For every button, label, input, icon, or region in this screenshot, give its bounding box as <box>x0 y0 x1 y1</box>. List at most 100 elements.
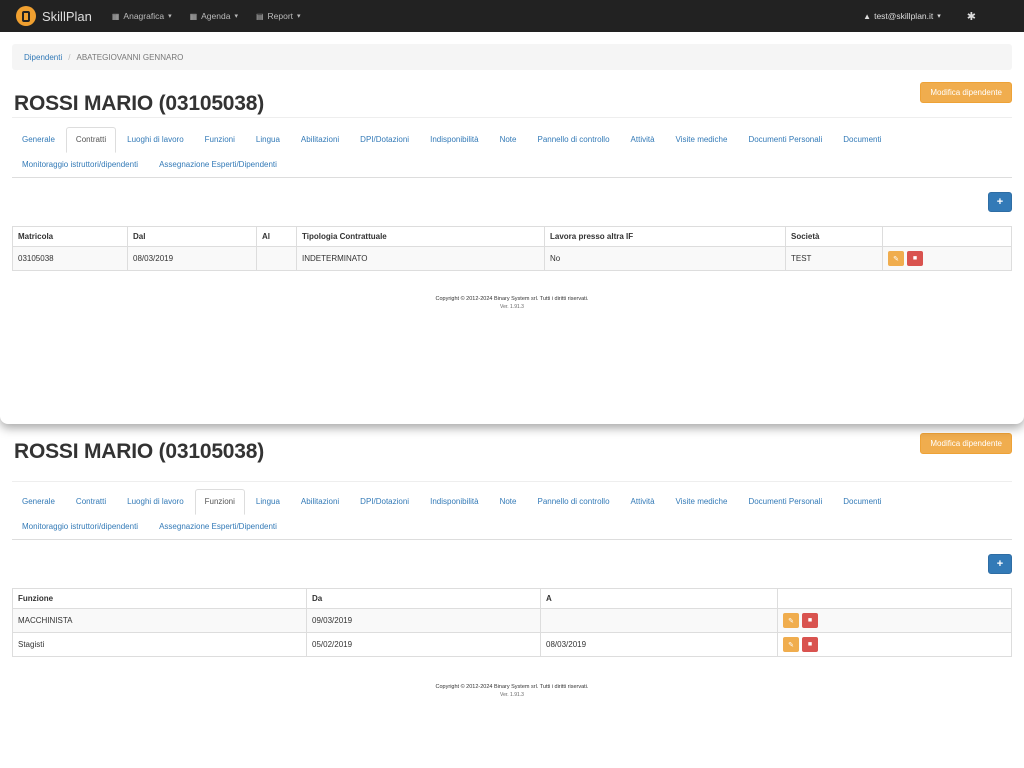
gear-icon[interactable]: ✱ <box>967 10 976 23</box>
tab-bar: Generale Contratti Luoghi di lavoro Funz… <box>12 127 1012 178</box>
nav-menu-report[interactable]: ▤ Report ▾ <box>256 11 301 21</box>
tab-generale[interactable]: Generale <box>12 127 65 153</box>
tab-abilitazioni[interactable]: Abilitazioni <box>291 489 349 515</box>
footer: Copyright © 2012-2024 Binary System srl.… <box>12 683 1012 699</box>
delete-trash-icon[interactable]: ■ <box>802 637 818 652</box>
tab-documenti-personali[interactable]: Documenti Personali <box>738 127 832 153</box>
column-header: A <box>540 588 778 609</box>
nav-menu-label: Report <box>267 11 294 21</box>
brand-name: SkillPlan <box>42 8 92 24</box>
edit-pencil-icon[interactable]: ✎ <box>888 251 904 266</box>
tab-funzioni[interactable]: Funzioni <box>194 489 245 515</box>
calendar-icon: ▦ <box>111 11 120 21</box>
breadcrumb: Dipendenti / ABATEGIOVANNI GENNARO <box>12 44 1012 70</box>
caret-down-icon: ▾ <box>937 13 941 20</box>
column-header: Funzione <box>12 588 307 609</box>
tab-pannello-di-controllo[interactable]: Pannello di controllo <box>527 489 619 515</box>
skillplan-logo-icon <box>16 6 36 26</box>
tab-luoghi-di-lavoro[interactable]: Luoghi di lavoro <box>117 127 193 153</box>
page-title: ROSSI MARIO (03105038) <box>14 92 265 115</box>
edit-employee-button[interactable]: Modifica dipendente <box>920 433 1012 454</box>
tab-attivita[interactable]: Attività <box>621 127 665 153</box>
tab-visite-mediche[interactable]: Visite mediche <box>666 127 738 153</box>
tab-monitoraggio[interactable]: Monitoraggio istruttori/dipendenti <box>12 514 148 540</box>
cell-da: 05/02/2019 <box>306 632 541 657</box>
breadcrumb-separator: / <box>68 52 71 62</box>
page-header: ROSSI MARIO (03105038) Modifica dipenden… <box>12 424 1012 482</box>
document-icon: ▤ <box>255 11 264 21</box>
add-row: + <box>12 178 1012 226</box>
add-function-button[interactable]: + <box>988 554 1012 574</box>
cell-actions: ✎ ■ <box>777 632 1012 657</box>
tab-indisponibilita[interactable]: Indisponibilità <box>420 489 488 515</box>
tab-generale[interactable]: Generale <box>12 489 65 515</box>
tab-documenti[interactable]: Documenti <box>833 127 891 153</box>
page-header: ROSSI MARIO (03105038) Modifica dipenden… <box>12 70 1012 118</box>
tab-pannello-di-controllo[interactable]: Pannello di controllo <box>527 127 619 153</box>
tab-abilitazioni[interactable]: Abilitazioni <box>291 127 349 153</box>
tab-contratti[interactable]: Contratti <box>65 127 117 153</box>
user-menu[interactable]: ▲ test@skillplan.it ▾ <box>863 11 941 21</box>
version-text: Ver. 1.91.3 <box>500 304 524 310</box>
edit-pencil-icon[interactable]: ✎ <box>783 613 799 628</box>
main-content: ROSSI MARIO (03105038) Modifica dipenden… <box>0 424 1024 699</box>
breadcrumb-link-dipendenti[interactable]: Dipendenti <box>24 53 62 62</box>
cell-al <box>256 246 297 271</box>
footer: Copyright © 2012-2024 Binary System srl.… <box>12 295 1012 311</box>
delete-trash-icon[interactable]: ■ <box>802 613 818 628</box>
add-row: + <box>12 540 1012 588</box>
tab-monitoraggio[interactable]: Monitoraggio istruttori/dipendenti <box>12 152 148 178</box>
edit-pencil-icon[interactable]: ✎ <box>783 637 799 652</box>
caret-down-icon: ▾ <box>297 13 301 20</box>
cell-a <box>540 608 778 633</box>
tab-documenti-personali[interactable]: Documenti Personali <box>738 489 832 515</box>
delete-trash-icon[interactable]: ■ <box>907 251 923 266</box>
navbar: SkillPlan ▦ Anagrafica ▾ ▦ Agenda ▾ ▤ Re… <box>0 0 1024 32</box>
cell-funzione: Stagisti <box>12 632 307 657</box>
tab-lingua[interactable]: Lingua <box>246 127 290 153</box>
nav-menu-label: Agenda <box>201 11 231 21</box>
column-header: Tipologia Contrattuale <box>296 226 545 247</box>
table-row: MACCHINISTA 09/03/2019 ✎ ■ <box>12 608 1012 633</box>
tab-note[interactable]: Note <box>490 489 527 515</box>
brand[interactable]: SkillPlan <box>16 6 92 26</box>
nav-right: ▲ test@skillplan.it ▾ ✱ <box>863 10 1008 23</box>
column-header: Società <box>785 226 883 247</box>
cell-matricola: 03105038 <box>12 246 128 271</box>
column-header: Al <box>256 226 297 247</box>
tab-luoghi-di-lavoro[interactable]: Luoghi di lavoro <box>117 489 193 515</box>
tab-lingua[interactable]: Lingua <box>246 489 290 515</box>
tab-dpi-dotazioni[interactable]: DPI/Dotazioni <box>350 127 419 153</box>
column-header: Matricola <box>12 226 128 247</box>
breadcrumb-current: ABATEGIOVANNI GENNARO <box>76 52 184 62</box>
functions-table: Funzione Da A MACCHINISTA 09/03/2019 ✎ ■ <box>12 588 1012 657</box>
cell-funzione: MACCHINISTA <box>12 608 307 633</box>
table-row: Stagisti 05/02/2019 08/03/2019 ✎ ■ <box>12 632 1012 657</box>
cell-societa: TEST <box>785 246 883 271</box>
tab-visite-mediche[interactable]: Visite mediche <box>666 489 738 515</box>
cell-da: 09/03/2019 <box>306 608 541 633</box>
tab-note[interactable]: Note <box>490 127 527 153</box>
tab-assegnazione-esperti[interactable]: Assegnazione Esperti/Dipendenti <box>149 514 287 540</box>
cell-actions: ✎ ■ <box>777 608 1012 633</box>
tab-funzioni[interactable]: Funzioni <box>195 127 245 153</box>
version-text: Ver. 1.91.3 <box>500 692 524 698</box>
cell-dal: 08/03/2019 <box>127 246 257 271</box>
copyright-text: Copyright © 2012-2024 Binary System srl.… <box>435 296 589 302</box>
user-icon: ▲ <box>863 11 872 21</box>
tab-indisponibilita[interactable]: Indisponibilità <box>420 127 488 153</box>
tab-attivita[interactable]: Attività <box>621 489 665 515</box>
column-header: Da <box>306 588 541 609</box>
nav-menu-label: Anagrafica <box>123 11 165 21</box>
tab-contratti[interactable]: Contratti <box>66 489 116 515</box>
tab-documenti[interactable]: Documenti <box>833 489 891 515</box>
tab-dpi-dotazioni[interactable]: DPI/Dotazioni <box>350 489 419 515</box>
nav-menu-agenda[interactable]: ▦ Agenda ▾ <box>190 11 238 21</box>
edit-employee-button[interactable]: Modifica dipendente <box>920 82 1012 103</box>
tab-assegnazione-esperti[interactable]: Assegnazione Esperti/Dipendenti <box>149 152 287 178</box>
caret-down-icon: ▾ <box>234 13 238 20</box>
column-header-actions <box>777 588 1012 609</box>
nav-menu-anagrafica[interactable]: ▦ Anagrafica ▾ <box>112 11 172 21</box>
cell-tipologia: INDETERMINATO <box>296 246 545 271</box>
add-contract-button[interactable]: + <box>988 192 1012 212</box>
